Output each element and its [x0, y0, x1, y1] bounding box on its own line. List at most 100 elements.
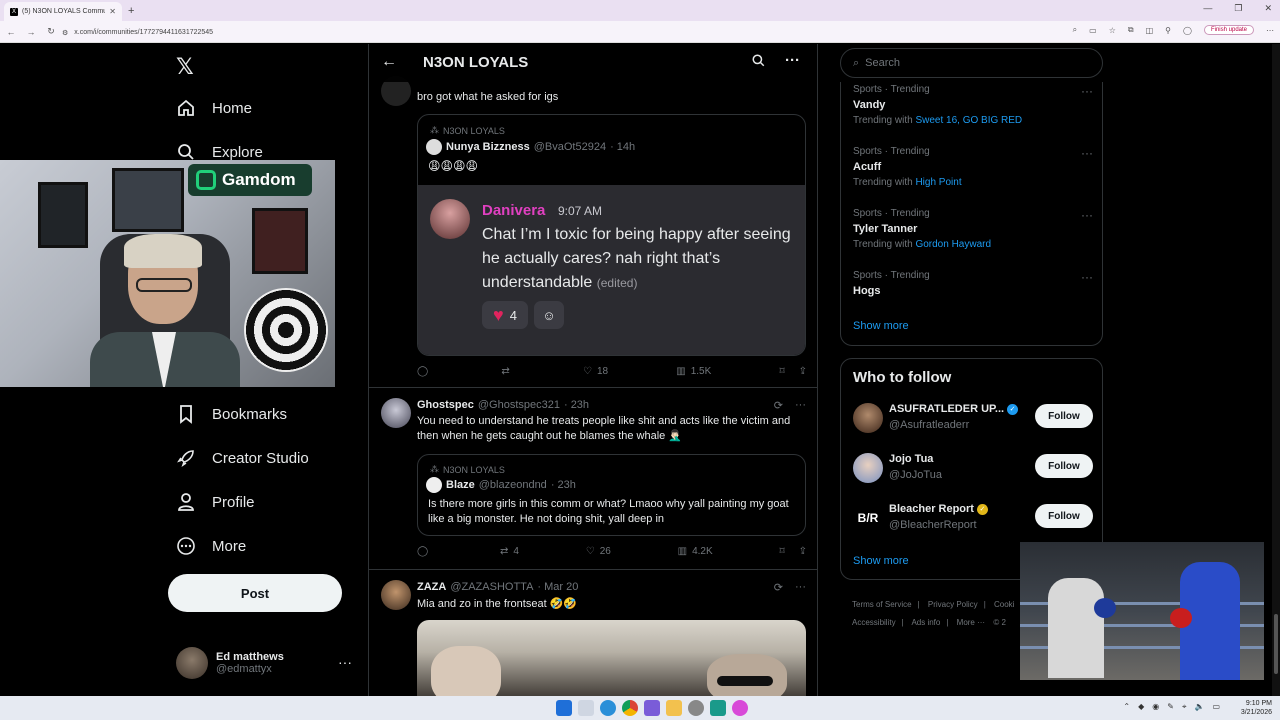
account-more-icon[interactable]: ··· — [338, 654, 352, 670]
volume-icon[interactable]: 🔈 — [1194, 702, 1204, 712]
like-button[interactable]: ♡ 18 — [583, 366, 608, 377]
app-icon[interactable] — [732, 700, 748, 716]
follow-button[interactable]: Follow — [1035, 504, 1093, 528]
trend-more-icon[interactable]: ··· — [1081, 84, 1093, 98]
app-icon[interactable] — [644, 700, 660, 716]
page-scrollbar[interactable] — [1272, 44, 1280, 696]
system-clock[interactable]: 9:10 PM 3/21/2026 — [1241, 699, 1272, 717]
bookmark-icon[interactable]: ⌑ — [779, 546, 784, 557]
site-info-icon[interactable]: ⚙ — [62, 29, 68, 37]
footer-link[interactable]: Cooki — [994, 600, 1014, 609]
search-icon[interactable] — [751, 53, 766, 72]
collections-icon[interactable]: ⚲ — [1165, 26, 1171, 35]
post[interactable]: Ghostspec @Ghostspec321 · 23h ⟳ ··· You … — [369, 388, 817, 570]
footer-link[interactable]: Terms of Service — [852, 600, 912, 609]
scrollbar-thumb[interactable] — [1274, 614, 1278, 674]
browser-tab[interactable]: X (5) N3ON LOYALS Commun ✕ — [4, 2, 122, 21]
close-window-icon[interactable]: ✕ — [1264, 3, 1272, 14]
search-input[interactable]: ⌕ Search — [840, 48, 1103, 78]
footer-link[interactable]: Ads info — [911, 618, 940, 627]
nav-explore[interactable]: Explore — [176, 142, 263, 162]
author-handle[interactable]: @Ghostspec321 — [478, 399, 560, 411]
trends-show-more-link[interactable]: Show more — [853, 320, 909, 332]
tray-app-icon[interactable]: ◆ — [1138, 702, 1144, 712]
trend-more-icon[interactable]: ··· — [1081, 270, 1093, 284]
trend-with-link[interactable]: High Point — [915, 177, 961, 188]
post-more-icon[interactable]: ··· — [795, 581, 806, 594]
follow-suggestion[interactable]: Jojo Tua @JoJoTua Follow — [853, 451, 1093, 487]
nav-home[interactable]: Home — [176, 98, 252, 118]
trend-more-icon[interactable]: ··· — [1081, 146, 1093, 160]
nav-profile[interactable]: Profile — [176, 492, 255, 512]
trend-item[interactable]: Sports · Trending Hogs ··· — [853, 270, 1093, 297]
post-time[interactable]: · 23h — [564, 399, 589, 411]
views-button[interactable]: ▥ 1.5K — [676, 366, 711, 377]
share-icon[interactable]: ⇪ — [799, 366, 807, 377]
post[interactable]: bro got what he asked for igs ⁂ N3ON LOY… — [369, 76, 817, 388]
follow-suggestion[interactable]: B/R Bleacher Report ✓ @BleacherReport Fo… — [853, 501, 1093, 537]
post[interactable]: ZAZA @ZAZASHOTTA · Mar 20 ⟳ ··· Mia and … — [369, 570, 817, 696]
trend-with-link[interactable]: Gordon Hayward — [915, 239, 991, 250]
trend-item[interactable]: Sports · Trending Tyler Tanner Trending … — [853, 208, 1093, 250]
like-button[interactable]: ♡ 26 — [586, 546, 611, 557]
reply-button[interactable]: ◯ — [417, 366, 433, 377]
repost-button[interactable]: ⇄ 4 — [500, 546, 519, 557]
tray-app-icon[interactable]: ✎ — [1167, 702, 1174, 712]
edge-icon[interactable] — [600, 700, 616, 716]
battery-icon[interactable]: ▭ — [1212, 702, 1220, 712]
favorite-star-icon[interactable]: ☆ — [1109, 26, 1116, 35]
zoom-icon[interactable]: ⌕ — [1073, 25, 1077, 35]
back-arrow-icon[interactable]: ← — [381, 53, 397, 71]
footer-link[interactable]: Accessibility — [852, 618, 896, 627]
nav-more[interactable]: More — [176, 536, 246, 556]
file-explorer-icon[interactable] — [666, 700, 682, 716]
cast-icon[interactable]: ▭ — [1089, 26, 1097, 35]
chrome-icon[interactable] — [622, 700, 638, 716]
post-button[interactable]: Post — [168, 574, 342, 612]
trend-item[interactable]: Sports · Trending Vandy Trending with Sw… — [853, 84, 1093, 126]
minimize-icon[interactable]: — — [1203, 3, 1212, 14]
nav-creator-studio[interactable]: Creator Studio — [176, 448, 309, 468]
quoted-post[interactable]: ⁂ N3ON LOYALS Nunya Bizzness @BvaOt52924… — [417, 114, 806, 356]
author-name[interactable]: Ghostspec — [417, 399, 474, 411]
more-options-icon[interactable]: ··· — [785, 52, 800, 69]
reply-button[interactable]: ◯ — [417, 546, 433, 557]
back-browser-icon[interactable]: ← — [6, 27, 16, 37]
footer-link[interactable]: Privacy Policy — [928, 600, 978, 609]
footer-link[interactable]: More ··· — [957, 618, 985, 627]
follow-show-more-link[interactable]: Show more — [853, 555, 909, 567]
url-field[interactable]: ⚙ x.com/i/communities/177279441163172254… — [62, 25, 1062, 40]
post-more-icon[interactable]: ··· — [795, 399, 806, 412]
x-logo-icon[interactable]: 𝕏 — [176, 54, 194, 80]
close-tab-icon[interactable]: ✕ — [109, 7, 116, 16]
maximize-icon[interactable]: ❐ — [1234, 3, 1242, 14]
split-screen-icon[interactable]: ◫ — [1146, 26, 1154, 35]
trend-more-icon[interactable]: ··· — [1081, 208, 1093, 222]
profile-icon[interactable]: ◯ — [1183, 26, 1192, 35]
new-tab-icon[interactable]: + — [128, 5, 134, 17]
extensions-icon[interactable]: ⧉ — [1128, 25, 1134, 35]
follow-button[interactable]: Follow — [1035, 454, 1093, 478]
account-switcher[interactable]: Ed matthews @edmattyx ··· — [176, 646, 356, 680]
chat-screenshot-image[interactable]: Danivera 9:07 AM Chat I’m I toxic for be… — [418, 185, 805, 355]
follow-suggestion[interactable]: ASUFRATLEDER UP... ✓ @Asufratleaderr Fol… — [853, 401, 1093, 437]
search-icon[interactable] — [578, 700, 594, 716]
settings-icon[interactable] — [688, 700, 704, 716]
tray-app-icon[interactable]: ◉ — [1152, 702, 1159, 712]
trend-item[interactable]: Sports · Trending Acuff Trending with Hi… — [853, 146, 1093, 188]
tray-chevron-icon[interactable]: ⌃ — [1123, 702, 1130, 712]
start-icon[interactable] — [556, 700, 572, 716]
views-button[interactable]: ▥ 4.2K — [678, 546, 713, 557]
app-icon[interactable] — [710, 700, 726, 716]
post-video[interactable] — [417, 620, 806, 696]
network-icon[interactable]: ⌖ — [1182, 702, 1187, 712]
grok-icon[interactable]: ⟳ — [774, 581, 783, 594]
share-icon[interactable]: ⇪ — [799, 546, 807, 557]
browser-menu-icon[interactable]: ⋯ — [1266, 26, 1274, 35]
repost-button[interactable]: ⇄ — [501, 366, 514, 377]
reload-icon[interactable]: ↻ — [46, 26, 56, 37]
forward-browser-icon[interactable]: → — [26, 27, 36, 37]
follow-button[interactable]: Follow — [1035, 404, 1093, 428]
post-time[interactable]: · Mar 20 — [537, 581, 578, 593]
quoted-post[interactable]: ⁂ N3ON LOYALS Blaze @blazeondnd · 23h Is… — [417, 454, 806, 536]
